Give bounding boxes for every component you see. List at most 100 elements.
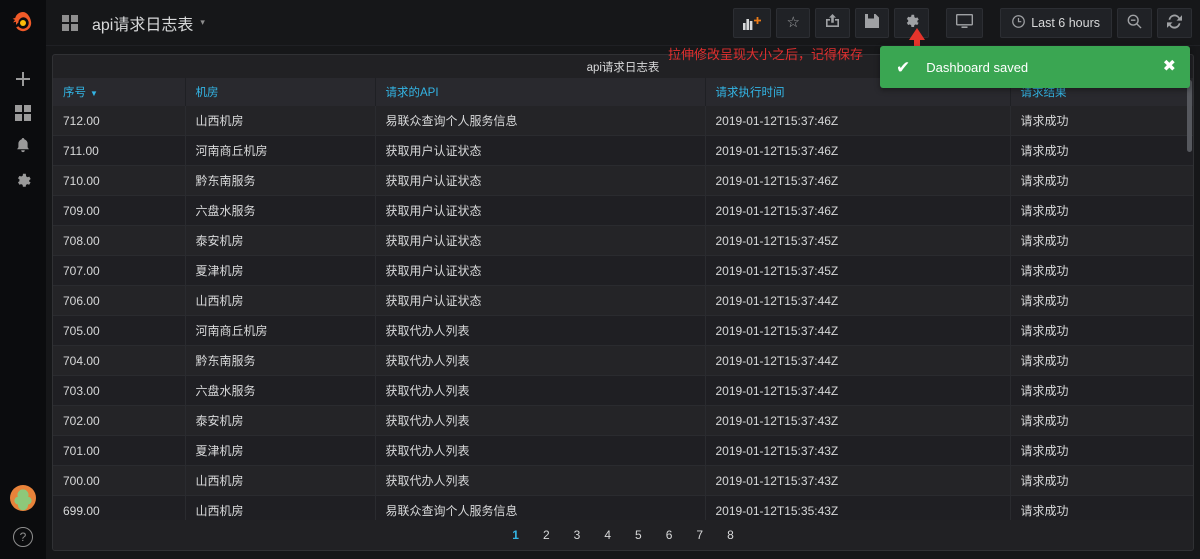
- time-range-label: Last 6 hours: [1031, 15, 1100, 30]
- table-scroll-area[interactable]: 序号 ▼ 机房 请求的API 请求执行时间 请求结果 712.00 山西机房 易联众查…: [53, 78, 1193, 520]
- pagination-page-6[interactable]: 6: [654, 528, 685, 542]
- vertical-scrollbar[interactable]: [1187, 80, 1192, 152]
- pagination-page-2[interactable]: 2: [531, 528, 562, 542]
- cell-time: 2019-01-12T15:37:46Z: [705, 135, 1011, 166]
- api-log-table: 序号 ▼ 机房 请求的API 请求执行时间 请求结果 712.00 山西机房 易联众查…: [53, 78, 1193, 520]
- toast-message: Dashboard saved: [926, 59, 1029, 75]
- table-row[interactable]: 699.00 山西机房 易联众查询个人服务信息 2019-01-12T15:35:43…: [53, 495, 1193, 520]
- cell-room: 山西机房: [185, 495, 376, 520]
- share-button[interactable]: [815, 7, 851, 38]
- cell-time: 2019-01-12T15:37:44Z: [705, 285, 1011, 316]
- table-row[interactable]: 706.00 山西机房 获取用户认证状态 2019-01-12T15:37:44Z 请求…: [53, 285, 1193, 316]
- table-row[interactable]: 712.00 山西机房 易联众查询个人服务信息 2019-01-12T15:37:46…: [53, 106, 1193, 136]
- cell-time: 2019-01-12T15:37:43Z: [705, 465, 1011, 496]
- cell-time: 2019-01-12T15:37:44Z: [705, 315, 1011, 346]
- avatar[interactable]: [10, 485, 36, 511]
- cell-seq: 710.00: [53, 165, 186, 196]
- column-header-seq[interactable]: 序号 ▼: [53, 78, 186, 106]
- cell-api: 获取代办人列表: [375, 465, 706, 496]
- cell-room: 泰安机房: [185, 405, 376, 436]
- cell-room: 山西机房: [185, 285, 376, 316]
- cell-room: 夏津机房: [185, 435, 376, 466]
- dashboards-grid-icon[interactable]: [62, 14, 78, 31]
- cell-result: 请求成功: [1010, 106, 1193, 136]
- grafana-logo-icon[interactable]: [0, 0, 46, 46]
- pagination-page-5[interactable]: 5: [623, 528, 654, 542]
- cell-time: 2019-01-12T15:37:45Z: [705, 225, 1011, 256]
- sidebar-item-dashboards[interactable]: [0, 98, 46, 132]
- cell-api: 获取代办人列表: [375, 405, 706, 436]
- sidebar-item-create[interactable]: [0, 64, 46, 98]
- cell-seq: 707.00: [53, 255, 186, 286]
- save-disk-icon: [865, 14, 880, 31]
- cell-api: 获取代办人列表: [375, 315, 706, 346]
- cell-api: 获取用户认证状态: [375, 195, 706, 226]
- cell-time: 2019-01-12T15:37:43Z: [705, 435, 1011, 466]
- table-row[interactable]: 711.00 河南商丘机房 获取用户认证状态 2019-01-12T15:37:46Z…: [53, 135, 1193, 166]
- cell-time: 2019-01-12T15:37:43Z: [705, 405, 1011, 436]
- table-row[interactable]: 708.00 泰安机房 获取用户认证状态 2019-01-12T15:37:45Z 请求…: [53, 225, 1193, 256]
- share-icon: [825, 14, 840, 31]
- bell-icon: [15, 138, 31, 160]
- cell-seq: 711.00: [53, 135, 186, 166]
- pagination-page-1[interactable]: 1: [500, 528, 531, 542]
- table-row[interactable]: 703.00 六盘水服务 获取代办人列表 2019-01-12T15:37:44Z 请求…: [53, 375, 1193, 406]
- cell-room: 六盘水服务: [185, 195, 376, 226]
- pagination-page-8[interactable]: 8: [715, 528, 746, 542]
- help-icon[interactable]: ?: [13, 527, 33, 547]
- grafana-dashboard-page: ? api请求日志表 ▾ ☆ Last 6 hours api请求日志表 序号 …: [0, 0, 1200, 559]
- cell-seq: 700.00: [53, 465, 186, 496]
- cell-room: 泰安机房: [185, 225, 376, 256]
- table-row[interactable]: 704.00 黔东南服务 获取代办人列表 2019-01-12T15:37:44Z 请求…: [53, 345, 1193, 376]
- cell-api: 获取用户认证状态: [375, 165, 706, 196]
- add-panel-button[interactable]: [733, 7, 772, 38]
- table-row[interactable]: 710.00 黔东南服务 获取用户认证状态 2019-01-12T15:37:46Z 请…: [53, 165, 1193, 196]
- column-header-room[interactable]: 机房: [185, 78, 376, 106]
- save-button[interactable]: [855, 7, 890, 38]
- cell-seq: 701.00: [53, 435, 186, 466]
- cell-result: 请求成功: [1010, 165, 1193, 196]
- panel-body: 序号 ▼ 机房 请求的API 请求执行时间 请求结果 712.00 山西机房 易联众查…: [53, 78, 1193, 550]
- tv-mode-button[interactable]: [946, 7, 984, 38]
- cell-api: 获取用户认证状态: [375, 255, 706, 286]
- zoom-out-button[interactable]: [1117, 7, 1152, 38]
- time-picker-button[interactable]: Last 6 hours: [1000, 7, 1112, 38]
- sort-desc-icon[interactable]: ▼: [90, 89, 98, 98]
- sidebar-item-alerting[interactable]: [0, 132, 46, 166]
- cell-room: 山西机房: [185, 465, 376, 496]
- table-row[interactable]: 701.00 夏津机房 获取代办人列表 2019-01-12T15:37:43Z 请求成…: [53, 435, 1193, 466]
- cell-api: 获取代办人列表: [375, 345, 706, 376]
- pagination-page-7[interactable]: 7: [684, 528, 715, 542]
- pagination-page-3[interactable]: 3: [562, 528, 593, 542]
- table-row[interactable]: 700.00 山西机房 获取代办人列表 2019-01-12T15:37:43Z 请求成…: [53, 465, 1193, 496]
- table-row[interactable]: 707.00 夏津机房 获取用户认证状态 2019-01-12T15:37:45Z 请求…: [53, 255, 1193, 286]
- cell-time: 2019-01-12T15:37:44Z: [705, 375, 1011, 406]
- star-button[interactable]: ☆: [776, 7, 811, 38]
- cell-room: 黔东南服务: [185, 165, 376, 196]
- plus-icon: [15, 71, 31, 92]
- table-panel: api请求日志表 序号 ▼ 机房 请求的API 请求执行时间 请求结果 712.…: [52, 54, 1194, 551]
- table-row[interactable]: 702.00 泰安机房 获取代办人列表 2019-01-12T15:37:43Z 请求成…: [53, 405, 1193, 436]
- close-icon[interactable]: ✖: [1163, 59, 1176, 75]
- cell-room: 河南商丘机房: [185, 315, 376, 346]
- table-row[interactable]: 705.00 河南商丘机房 获取代办人列表 2019-01-12T15:37:44Z 请…: [53, 315, 1193, 346]
- cell-room: 六盘水服务: [185, 375, 376, 406]
- cell-room: 河南商丘机房: [185, 135, 376, 166]
- refresh-icon: [1167, 14, 1182, 32]
- cell-seq: 708.00: [53, 225, 186, 256]
- chevron-down-icon[interactable]: ▾: [200, 17, 205, 28]
- pagination-page-4[interactable]: 4: [592, 528, 623, 542]
- clock-icon: [1012, 14, 1026, 31]
- cell-result: 请求成功: [1010, 255, 1193, 286]
- table-row[interactable]: 709.00 六盘水服务 获取用户认证状态 2019-01-12T15:37:46Z 请…: [53, 195, 1193, 226]
- column-header-api[interactable]: 请求的API: [375, 78, 706, 106]
- cell-time: 2019-01-12T15:37:44Z: [705, 345, 1011, 376]
- monitor-icon: [956, 14, 974, 31]
- cell-result: 请求成功: [1010, 495, 1193, 520]
- cell-room: 黔东南服务: [185, 345, 376, 376]
- search-minus-icon: [1127, 14, 1142, 32]
- cell-api: 易联众查询个人服务信息: [375, 106, 706, 136]
- breadcrumb-dashboard-title[interactable]: api请求日志表: [92, 11, 193, 35]
- sidebar-item-configuration[interactable]: [0, 166, 46, 200]
- refresh-button[interactable]: [1157, 7, 1192, 38]
